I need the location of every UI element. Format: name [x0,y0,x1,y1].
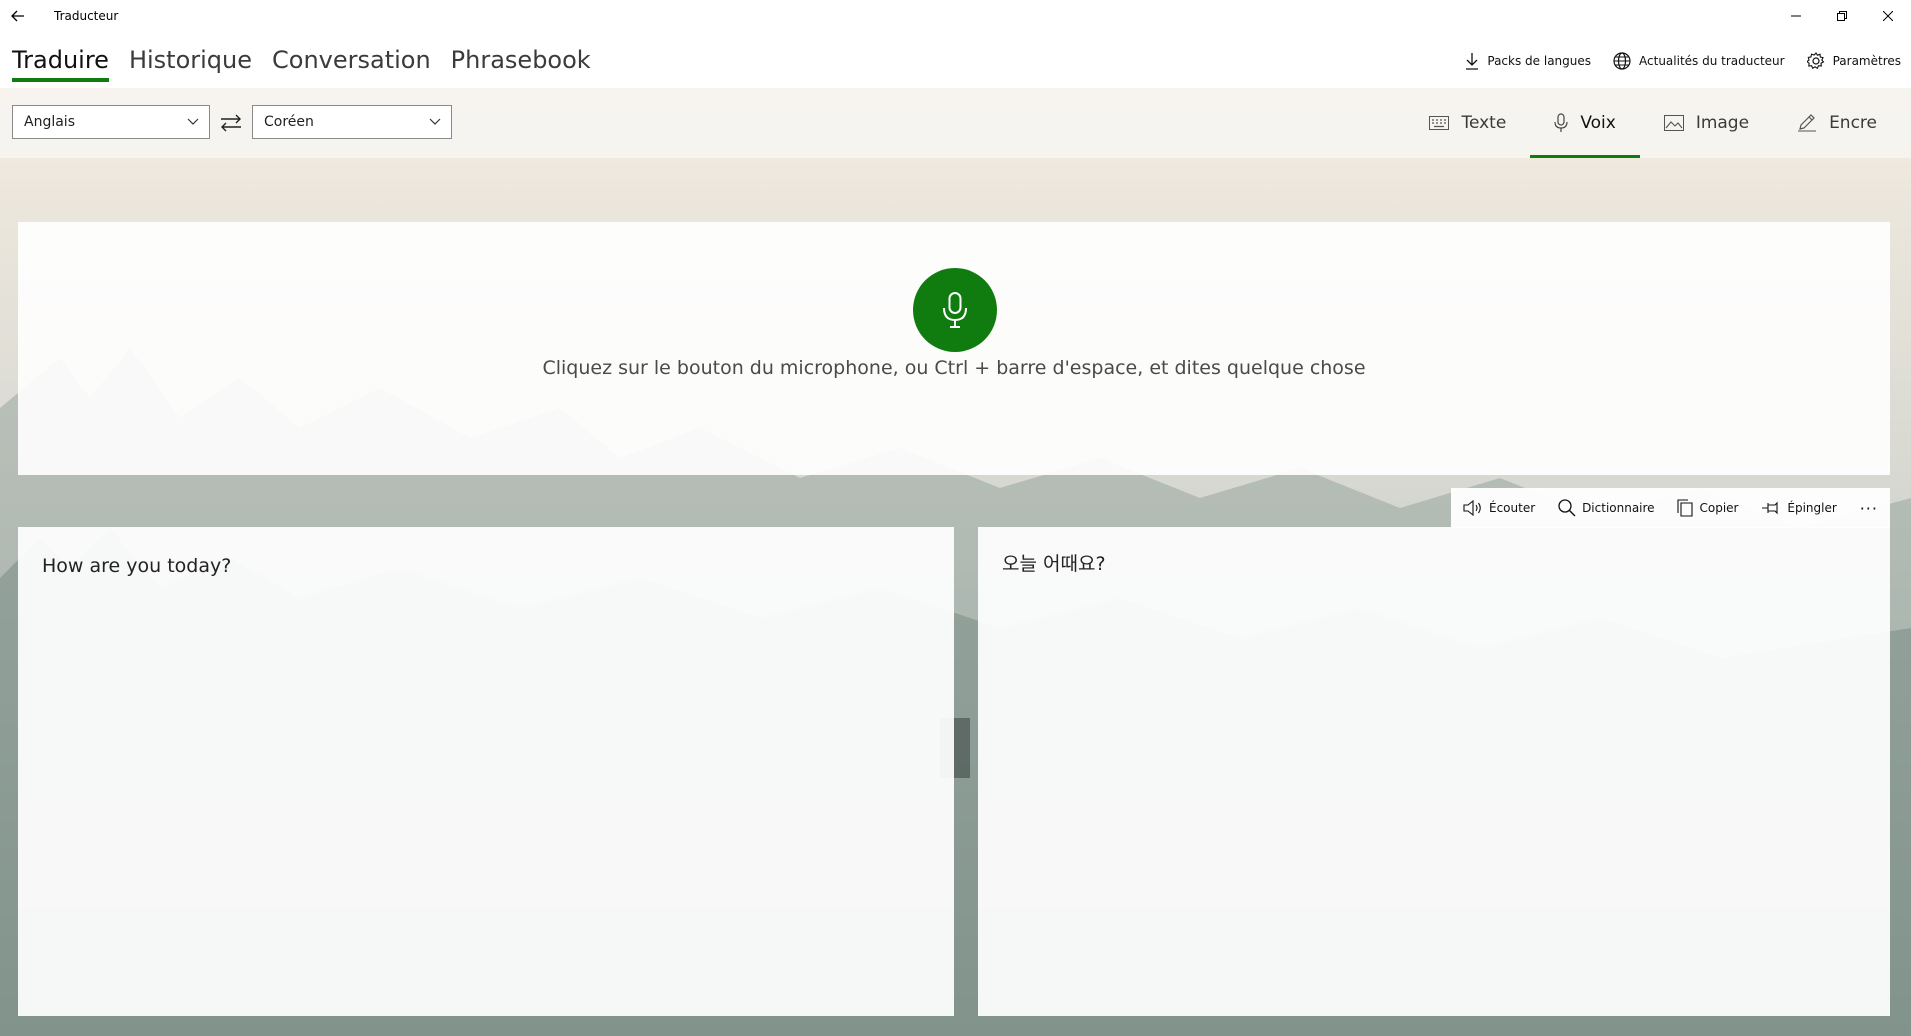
microphone-icon [1554,113,1568,132]
chevron-down-icon [429,118,441,125]
language-mode-bar: Anglais Coréen Texte Voix Image Encre [0,88,1911,158]
tab-traduire[interactable]: Traduire [12,46,109,82]
keyboard-icon [1429,116,1450,130]
voice-hint-text: Cliquez sur le bouton du microphone, ou … [542,357,1366,379]
pin-label: Épingler [1787,501,1837,515]
pin-button[interactable]: Épingler [1761,501,1837,515]
close-icon [1883,11,1893,21]
translation-output-panel: 오늘 어때요? [978,527,1890,1016]
title-bar: Traducteur [0,0,1911,32]
tab-conversation[interactable]: Conversation [272,46,431,82]
target-language-select[interactable]: Coréen [252,105,452,139]
nav-bar: Traduire Historique Conversation Phraseb… [0,32,1911,88]
search-icon [1558,499,1576,517]
mode-image[interactable]: Image [1640,88,1773,158]
mode-voix[interactable]: Voix [1530,88,1640,158]
back-button[interactable] [0,0,36,32]
microphone-icon [943,292,967,328]
image-icon [1663,115,1684,131]
pin-icon [1762,501,1778,515]
source-language-value: Anglais [24,114,75,130]
back-arrow-icon [11,10,24,22]
speaker-icon [1463,500,1481,516]
settings-button[interactable]: Paramètres [1806,52,1901,70]
top-actions: Packs de langues Actualités du traducteu… [1443,52,1901,70]
output-toolbar: Écouter Dictionnaire Copier Épingler ··· [1451,488,1890,528]
mode-encre-label: Encre [1829,113,1877,133]
input-modes: Texte Voix Image Encre [1405,88,1901,158]
globe-icon [1613,52,1631,70]
pen-icon [1798,114,1817,132]
chevron-down-icon [187,118,199,125]
listen-button[interactable]: Écouter [1463,500,1535,516]
mode-texte[interactable]: Texte [1405,88,1530,158]
more-dots-icon: ··· [1859,498,1878,518]
download-icon [1466,53,1479,70]
dictionary-label: Dictionnaire [1582,501,1655,515]
swap-languages-button[interactable] [218,112,244,134]
restore-button[interactable] [1819,0,1865,32]
target-language-value: Coréen [264,114,314,130]
window-controls [1773,0,1911,32]
gear-icon [1806,52,1824,70]
source-text-panel[interactable]: How are you today? [18,527,954,1016]
copy-label: Copier [1699,501,1739,515]
main-tabs: Traduire Historique Conversation Phraseb… [12,46,611,82]
translator-news-label: Actualités du traducteur [1639,54,1785,68]
language-packs-label: Packs de langues [1487,54,1592,68]
app-title: Traducteur [54,9,119,23]
voice-input-panel: Cliquez sur le bouton du microphone, ou … [18,222,1890,475]
mode-encre[interactable]: Encre [1773,88,1901,158]
copy-button[interactable]: Copier [1677,499,1738,517]
tab-historique[interactable]: Historique [129,46,252,82]
swap-arrows-icon [221,114,241,132]
restore-icon [1837,11,1847,21]
dictionary-button[interactable]: Dictionnaire [1558,499,1655,517]
close-button[interactable] [1865,0,1911,32]
language-packs-button[interactable]: Packs de langues [1465,52,1591,70]
mode-image-label: Image [1695,113,1750,133]
minimize-icon [1791,15,1801,17]
mode-voix-label: Voix [1580,113,1616,133]
settings-label: Paramètres [1832,54,1901,68]
copy-icon [1677,499,1694,517]
minimize-button[interactable] [1773,0,1819,32]
translator-news-button[interactable]: Actualités du traducteur [1613,52,1785,70]
listen-label: Écouter [1489,501,1536,515]
microphone-button[interactable] [913,268,997,352]
translated-text: 오늘 어때요? [1002,553,1106,575]
mode-texte-label: Texte [1461,113,1507,133]
source-text: How are you today? [42,555,232,577]
tab-phrasebook[interactable]: Phrasebook [451,46,591,82]
more-options-button[interactable]: ··· [1860,499,1878,518]
source-language-select[interactable]: Anglais [12,105,210,139]
